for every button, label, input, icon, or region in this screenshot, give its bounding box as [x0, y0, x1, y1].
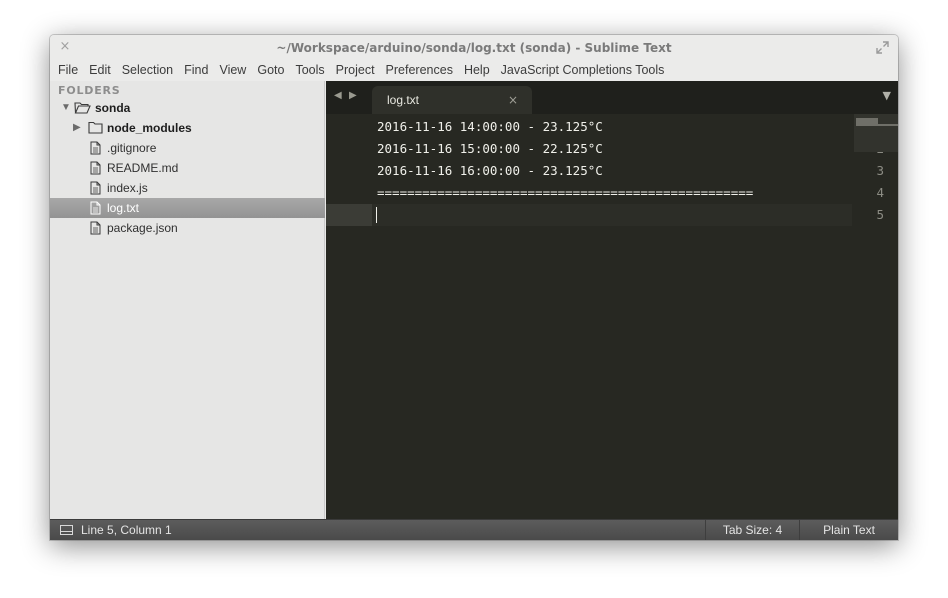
line-number: 5: [876, 207, 884, 222]
tree-item-label: log.txt: [107, 201, 140, 215]
menu-goto[interactable]: Goto: [252, 59, 289, 81]
tab-label: log.txt: [387, 93, 420, 107]
close-window-button[interactable]: ×: [58, 39, 72, 55]
tree-item-readme[interactable]: README.md: [50, 158, 325, 178]
tree-item-label: README.md: [107, 161, 179, 175]
code-line[interactable]: ========================================…: [377, 182, 753, 204]
tree-item-label: .gitignore: [107, 141, 157, 155]
file-icon: [90, 201, 101, 215]
text-cursor: [376, 207, 377, 223]
tree-item-label: index.js: [107, 181, 148, 195]
tree-item-package-json[interactable]: package.json: [50, 218, 325, 238]
menu-help[interactable]: Help: [459, 59, 495, 81]
file-icon: [90, 141, 101, 155]
code-line[interactable]: 2016-11-16 16:00:00 - 23.125°C: [377, 160, 603, 182]
tree-item-label: package.json: [107, 221, 178, 235]
title-bar: × ~/Workspace/arduino/sonda/log.txt (son…: [50, 35, 898, 59]
tab-nav-right-icon[interactable]: ▶: [349, 90, 357, 101]
folders-header: FOLDERS: [58, 84, 121, 97]
menu-view[interactable]: View: [214, 59, 251, 81]
expanded-arrow-icon[interactable]: ▼: [61, 98, 73, 118]
status-bar: Line 5, Column 1 Tab Size: 4 Plain Text: [50, 519, 898, 540]
tree-item-label: node_modules: [107, 121, 192, 135]
menu-edit[interactable]: Edit: [84, 59, 116, 81]
minimap[interactable]: [854, 114, 898, 152]
file-icon: [90, 181, 101, 195]
tab-log-txt[interactable]: log.txt ×: [372, 86, 532, 114]
menu-bar: File Edit Selection Find View Goto Tools…: [50, 59, 898, 81]
tree-item-index-js[interactable]: index.js: [50, 178, 325, 198]
menu-javascript-completions-tools[interactable]: JavaScript Completions Tools: [496, 59, 670, 81]
tab-size-selector[interactable]: Tab Size: 4: [705, 520, 799, 540]
line-number: 4: [876, 185, 884, 200]
sidebar: FOLDERS ▼ sonda ▶ node_modules .gitignor…: [50, 81, 325, 519]
menu-file[interactable]: File: [53, 59, 83, 81]
editor-pane[interactable]: ◀ ▶ log.txt × ▼ 1 2 3 4 5 2016-11-16 14:…: [326, 81, 898, 519]
tab-bar: ◀ ▶ log.txt × ▼: [326, 81, 898, 114]
panel-toggle-icon[interactable]: [60, 525, 73, 535]
tree-item-node-modules[interactable]: ▶ node_modules: [50, 118, 325, 138]
folder-icon: [88, 121, 103, 134]
menu-tools[interactable]: Tools: [290, 59, 329, 81]
app-window: × ~/Workspace/arduino/sonda/log.txt (son…: [50, 35, 898, 540]
collapsed-arrow-icon[interactable]: ▶: [73, 118, 85, 138]
maximize-icon[interactable]: [876, 41, 889, 54]
tree-root-folder[interactable]: ▼ sonda: [50, 98, 325, 118]
syntax-selector[interactable]: Plain Text: [799, 520, 898, 540]
line-number-gutter: [326, 114, 370, 519]
open-folder-icon: [74, 102, 91, 114]
menu-preferences[interactable]: Preferences: [381, 59, 458, 81]
tree-root-label: sonda: [95, 101, 131, 115]
menu-find[interactable]: Find: [179, 59, 213, 81]
window-title: ~/Workspace/arduino/sonda/log.txt (sonda…: [276, 41, 672, 55]
tree-item-log-txt[interactable]: log.txt: [50, 198, 325, 218]
menu-project[interactable]: Project: [331, 59, 380, 81]
cursor-position: Line 5, Column 1: [81, 523, 172, 537]
code-line[interactable]: 2016-11-16 14:00:00 - 23.125°C: [377, 116, 603, 138]
tab-dropdown-icon[interactable]: ▼: [883, 89, 891, 102]
tab-nav-left-icon[interactable]: ◀: [334, 90, 342, 101]
line-number: 3: [876, 163, 884, 178]
menu-selection[interactable]: Selection: [117, 59, 178, 81]
code-line[interactable]: 2016-11-16 15:00:00 - 22.125°C: [377, 138, 603, 160]
current-line-background: [372, 204, 852, 226]
file-icon: [90, 221, 101, 235]
tab-close-icon[interactable]: ×: [508, 86, 518, 114]
tree-item-gitignore[interactable]: .gitignore: [50, 138, 325, 158]
file-icon: [90, 161, 101, 175]
minimap-line: [856, 124, 898, 126]
